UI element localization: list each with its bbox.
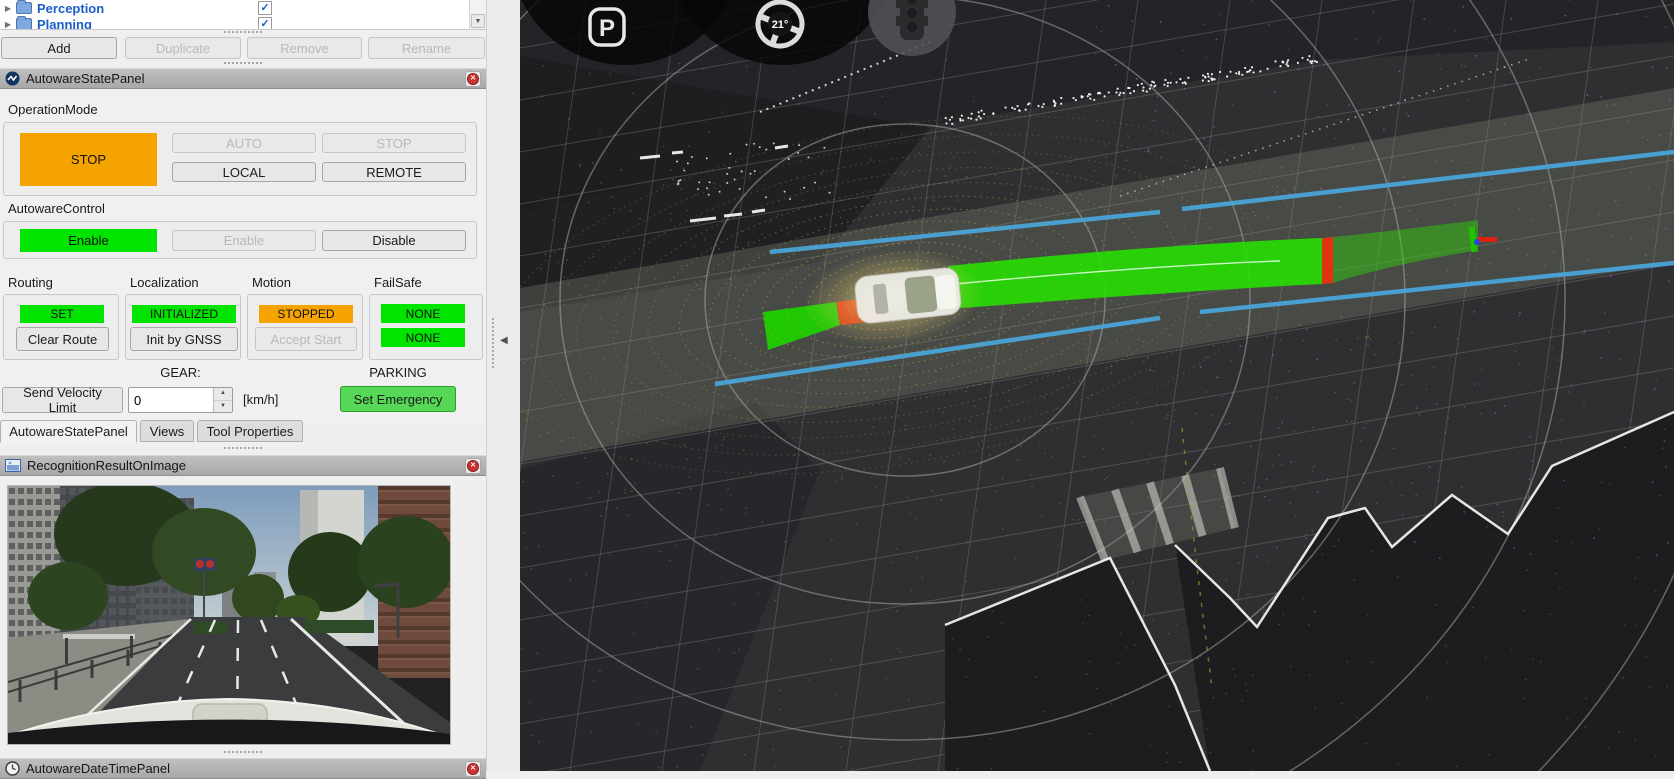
gear-symbol: P <box>599 15 615 42</box>
gear-label: GEAR: <box>128 365 233 380</box>
left-panel: ▶ Perception ✓ ▶ Planning ✓ ▼ Add Duplic… <box>0 0 486 771</box>
tree-item-perception[interactable]: ▶ Perception ✓ <box>0 0 486 16</box>
tree-item-label: Perception <box>37 1 104 16</box>
camera-scene <box>8 486 450 744</box>
3d-viewport[interactable]: P 21° <box>520 0 1674 771</box>
tab-label: AutowareStatePanel <box>9 424 128 439</box>
splitter-grip[interactable] <box>492 318 494 368</box>
operation-mode-group: STOP AUTO STOP LOCAL REMOTE <box>3 122 477 196</box>
add-button[interactable]: Add <box>1 37 117 59</box>
auto-mode-button[interactable]: AUTO <box>172 133 316 153</box>
control-disable-button[interactable]: Disable <box>322 230 466 251</box>
splitter-handle[interactable] <box>224 62 262 64</box>
rviz-scene: P 21° <box>520 0 1674 771</box>
operation-mode-state: STOP <box>20 133 157 186</box>
autoware-state-panel-header[interactable]: AutowareStatePanel ✕ <box>0 68 486 89</box>
autoware-control-label: AutowareControl <box>8 201 105 216</box>
motion-state: STOPPED <box>259 305 353 323</box>
tab-views[interactable]: Views <box>140 420 194 442</box>
init-by-gnss-button[interactable]: Init by GNSS <box>130 327 238 351</box>
autoware-control-group: Enable Enable Disable <box>3 221 477 259</box>
remove-button[interactable]: Remove <box>247 37 362 59</box>
localization-label: Localization <box>130 275 199 290</box>
operation-mode-label: OperationMode <box>8 102 98 117</box>
planning-checkbox[interactable]: ✓ <box>258 17 272 30</box>
motion-group: STOPPED Accept Start <box>247 294 363 360</box>
spin-up-icon[interactable]: ▲ <box>214 388 232 401</box>
duplicate-button[interactable]: Duplicate <box>125 37 241 59</box>
tab-label: Views <box>150 424 184 439</box>
tab-tool-properties[interactable]: Tool Properties <box>197 420 303 442</box>
clear-route-button[interactable]: Clear Route <box>16 327 109 351</box>
failsafe-group: NONE NONE <box>369 294 483 360</box>
branch-expand-icon[interactable]: ▶ <box>0 20 16 29</box>
tree-scrollbar[interactable]: ▼ <box>469 0 486 30</box>
trajectory-stop-line <box>1322 237 1333 284</box>
routing-state: SET <box>20 305 104 323</box>
velocity-limit-input[interactable] <box>129 388 213 412</box>
clock-icon <box>5 761 20 776</box>
panel-splitter[interactable]: ◀ <box>486 0 520 771</box>
local-mode-button[interactable]: LOCAL <box>172 162 316 182</box>
tree-item-planning[interactable]: ▶ Planning ✓ <box>0 16 486 30</box>
recognition-panel-header[interactable]: RecognitionResultOnImage ✕ <box>0 455 486 476</box>
perception-checkbox[interactable]: ✓ <box>258 1 272 15</box>
localization-state: INITIALIZED <box>132 305 236 323</box>
failsafe-state-mrm: NONE <box>381 304 465 323</box>
remote-mode-button[interactable]: REMOTE <box>322 162 466 182</box>
splitter-handle[interactable] <box>224 447 262 449</box>
spin-down-icon[interactable]: ▼ <box>214 401 232 413</box>
camera-image <box>7 485 451 745</box>
close-panel-button[interactable]: ✕ <box>465 71 481 87</box>
motion-label: Motion <box>252 275 291 290</box>
autoware-state-panel: OperationMode STOP AUTO STOP LOCAL REMOT… <box>0 89 486 419</box>
steering-angle-value: 21° <box>772 19 789 31</box>
autoware-logo-icon <box>5 71 20 86</box>
set-emergency-button[interactable]: Set Emergency <box>340 386 456 412</box>
datetime-panel-header[interactable]: AutowareDateTimePanel ✕ <box>0 758 486 779</box>
tab-autoware-state-panel[interactable]: AutowareStatePanel <box>0 420 137 443</box>
failsafe-state-behavior: NONE <box>381 328 465 347</box>
stop-mode-button[interactable]: STOP <box>322 133 466 153</box>
panel-title: RecognitionResultOnImage <box>27 458 465 473</box>
app-window: { "displays_tree": { "items": [ { "label… <box>0 0 1674 771</box>
displays-tree: ▶ Perception ✓ ▶ Planning ✓ ▼ <box>0 0 486 30</box>
close-panel-button[interactable]: ✕ <box>465 761 481 777</box>
close-icon: ✕ <box>467 73 479 85</box>
autoware-control-state: Enable <box>20 229 157 252</box>
close-icon: ✕ <box>467 763 479 775</box>
close-icon: ✕ <box>467 460 479 472</box>
close-panel-button[interactable]: ✕ <box>465 458 481 474</box>
folder-icon <box>16 2 32 14</box>
panel-title: AutowareStatePanel <box>26 71 465 86</box>
control-enable-button[interactable]: Enable <box>172 230 316 251</box>
failsafe-label: FailSafe <box>374 275 422 290</box>
routing-group: SET Clear Route <box>3 294 119 360</box>
branch-expand-icon[interactable]: ▶ <box>0 4 16 13</box>
tree-item-label: Planning <box>37 17 92 31</box>
parking-label: PARKING <box>340 365 456 380</box>
localization-group: INITIALIZED Init by GNSS <box>125 294 241 360</box>
folder-icon <box>16 18 32 30</box>
velocity-unit-label: [km/h] <box>243 392 278 407</box>
scroll-down-icon[interactable]: ▼ <box>471 14 485 28</box>
rename-button[interactable]: Rename <box>368 37 485 59</box>
tab-label: Tool Properties <box>207 424 294 439</box>
image-icon <box>5 459 21 472</box>
accept-start-button[interactable]: Accept Start <box>255 327 357 351</box>
collapse-panel-icon[interactable]: ◀ <box>500 335 508 346</box>
routing-label: Routing <box>8 275 53 290</box>
send-velocity-limit-button[interactable]: Send Velocity Limit <box>2 387 123 413</box>
splitter-handle[interactable] <box>224 31 262 33</box>
panel-title: AutowareDateTimePanel <box>26 761 465 776</box>
velocity-limit-spinbox[interactable]: ▲ ▼ <box>128 387 233 413</box>
splitter-handle[interactable] <box>224 751 262 753</box>
